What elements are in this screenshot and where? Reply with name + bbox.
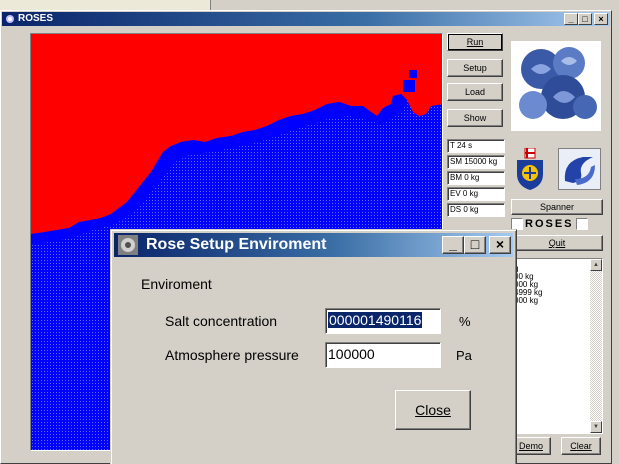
clear-button[interactable]: Clear <box>561 437 601 455</box>
dialog-maximize-button[interactable]: □ <box>464 236 486 254</box>
salt-concentration-input[interactable]: 000001490116 <box>325 308 441 334</box>
ev-readout: EV 0 kg <box>447 187 505 201</box>
time-readout: T 24 s <box>447 139 505 153</box>
ds-readout: DS 0 kg <box>447 203 505 217</box>
roses-toggle-row: ROSES <box>511 217 603 231</box>
dialog-titlebar[interactable]: Rose Setup Enviroment _ □ × <box>114 233 513 257</box>
salt-unit: % <box>459 314 471 329</box>
coat-of-arms-icon <box>511 147 549 190</box>
scroll-up-icon[interactable]: ▲ <box>590 259 602 271</box>
salt-concentration-label: Salt concentration <box>165 313 278 329</box>
main-window-title: ROSES <box>18 13 54 24</box>
demo-button[interactable]: Demo <box>511 437 551 455</box>
close-button[interactable]: Close <box>395 390 471 430</box>
right-checkbox[interactable] <box>575 218 588 230</box>
setup-environment-dialog: Rose Setup Enviroment _ □ × Enviroment S… <box>110 229 517 464</box>
log-lines: g 00 kg 000 kg 4999 kg 000 kg <box>514 265 542 305</box>
log-line: 000 kg <box>514 296 539 305</box>
close-window-button[interactable]: × <box>594 13 608 25</box>
dialog-minimize-button[interactable]: _ <box>442 236 464 254</box>
island <box>403 80 415 92</box>
wave-logo-icon <box>558 148 601 190</box>
run-button[interactable]: Run <box>447 33 503 51</box>
quit-button[interactable]: Quit <box>511 235 603 251</box>
atmosphere-pressure-input[interactable]: 100000 <box>325 342 441 368</box>
rose-app-icon <box>6 15 14 23</box>
dialog-title: Rose Setup Enviroment <box>146 236 327 253</box>
sm-readout: SM 15000 kg <box>447 155 505 169</box>
main-titlebar[interactable]: ROSES _ □ × <box>2 12 610 26</box>
scroll-down-icon[interactable]: ▼ <box>590 421 602 433</box>
environment-group-label: Enviroment <box>141 276 212 292</box>
log-scrollbar[interactable] <box>590 259 602 433</box>
minimize-button[interactable]: _ <box>564 13 578 25</box>
pressure-unit: Pa <box>456 348 472 363</box>
roses-label: ROSES <box>525 218 574 230</box>
bm-readout: BM 0 kg <box>447 171 505 185</box>
blue-roses-image <box>511 41 601 131</box>
dialog-close-icon[interactable]: × <box>489 236 511 254</box>
log-output[interactable]: g 00 kg 000 kg 4999 kg 000 kg ▲ ▼ <box>511 258 603 434</box>
maximize-button[interactable]: □ <box>578 13 592 25</box>
spanner-button[interactable]: Spanner <box>511 199 603 215</box>
rose-app-icon <box>118 235 138 255</box>
show-button[interactable]: Show <box>447 109 503 127</box>
load-button[interactable]: Load <box>447 83 503 101</box>
island <box>409 70 417 78</box>
atmosphere-pressure-label: Atmosphere pressure <box>165 347 299 363</box>
setup-button[interactable]: Setup <box>447 59 503 77</box>
